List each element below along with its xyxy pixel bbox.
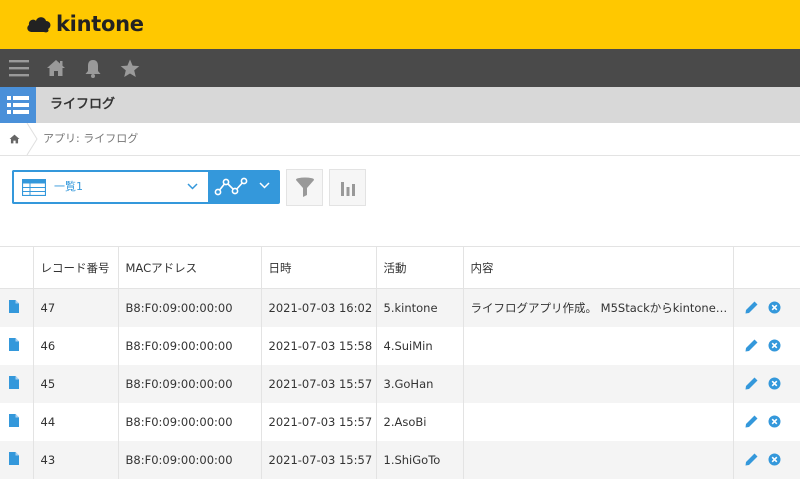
cell-record-number: 47 [32,288,118,327]
cell-datetime: 2021-07-03 15:57 [260,364,376,403]
line-graph-icon [214,177,248,196]
home-icon [9,134,19,144]
cell-content: ライフログアプリ作成。 M5Stackからkintoneに… [462,288,733,327]
graph-chart-button[interactable] [329,169,366,206]
breadcrumb-app-link[interactable]: アプリ: ライフログ [43,123,138,155]
cell-content [462,440,733,479]
record-detail-icon[interactable] [9,337,19,351]
breadcrumb: アプリ: ライフログ [0,123,800,156]
cell-mac-address: B8:F0:09:00:00:00 [117,440,261,479]
table-header-row: レコード番号 MACアドレス 日時 活動 内容 [0,246,800,289]
view-select[interactable]: 一覧1 [12,170,208,204]
delete-icon[interactable] [768,339,781,352]
cell-activity: 2.AsoBi [375,402,463,441]
cloud-logo-icon [27,17,51,33]
breadcrumb-home[interactable] [0,123,28,155]
filter-button[interactable] [286,169,323,206]
column-header[interactable]: MACアドレス [117,246,261,289]
cell-datetime: 2021-07-03 16:02 [260,288,376,327]
records-table: レコード番号 MACアドレス 日時 活動 内容 47 B8:F0:09:00:0… [0,246,800,479]
app-header [0,87,800,123]
record-detail-icon[interactable] [9,451,19,465]
cell-content [462,364,733,403]
breadcrumb-separator-icon [26,123,38,155]
delete-icon[interactable] [768,377,781,390]
record-detail-icon[interactable] [9,413,19,427]
cell-activity: 1.ShiGoTo [375,440,463,479]
cell-datetime: 2021-07-03 15:57 [260,402,376,441]
record-detail-icon[interactable] [9,299,19,313]
cell-mac-address: B8:F0:09:00:00:00 [117,326,261,365]
header-icon-column [0,246,33,289]
filter-icon [295,177,314,197]
header-actions-column [732,246,800,289]
cell-record-number: 46 [32,326,118,365]
cell-record-number: 45 [32,364,118,403]
column-header[interactable]: レコード番号 [32,246,118,289]
table-row: 43 B8:F0:09:00:00:00 2021-07-03 15:57 1.… [0,440,800,479]
cell-datetime: 2021-07-03 15:57 [260,440,376,479]
cell-activity: 5.kintone [375,288,463,327]
menu-icon [9,60,29,77]
edit-pencil-icon[interactable] [745,339,758,352]
delete-icon[interactable] [768,453,781,466]
edit-pencil-icon[interactable] [745,453,758,466]
edit-pencil-icon[interactable] [745,301,758,314]
table-row: 44 B8:F0:09:00:00:00 2021-07-03 15:57 2.… [0,402,800,441]
chevron-down-icon [187,183,198,190]
cell-mac-address: B8:F0:09:00:00:00 [117,288,261,327]
global-nav [0,49,800,87]
cell-content [462,402,733,441]
home-icon [47,60,65,76]
delete-icon[interactable] [768,301,781,314]
table-row: 46 B8:F0:09:00:00:00 2021-07-03 15:58 4.… [0,326,800,365]
column-header[interactable]: 活動 [375,246,463,289]
delete-icon[interactable] [768,415,781,428]
table-view-icon [22,179,46,196]
home-button[interactable] [37,49,75,87]
cell-activity: 3.GoHan [375,364,463,403]
star-icon [120,59,140,77]
edit-pencil-icon[interactable] [745,415,758,428]
logo-text: kintone [56,12,144,36]
menu-button[interactable] [0,49,38,87]
chevron-down-icon [259,182,270,189]
notification-button[interactable] [74,49,112,87]
app-icon-button[interactable] [0,87,36,123]
view-select-label: 一覧1 [54,180,83,193]
cell-content [462,326,733,365]
column-header[interactable]: 日時 [260,246,376,289]
record-detail-icon[interactable] [9,375,19,389]
column-header[interactable]: 内容 [462,246,733,289]
cell-mac-address: B8:F0:09:00:00:00 [117,402,261,441]
cell-record-number: 43 [32,440,118,479]
bell-icon [85,59,101,78]
cell-datetime: 2021-07-03 15:58 [260,326,376,365]
edit-pencil-icon[interactable] [745,377,758,390]
cell-activity: 4.SuiMin [375,326,463,365]
app-title: ライフログ [50,97,116,112]
table-row: 45 B8:F0:09:00:00:00 2021-07-03 15:57 3.… [0,364,800,403]
favorites-button[interactable] [111,49,149,87]
cell-record-number: 44 [32,402,118,441]
kintone-logo[interactable]: kintone [26,12,144,36]
list-app-icon [7,96,29,114]
graph-select-button[interactable] [208,170,280,204]
table-row: 47 B8:F0:09:00:00:00 2021-07-03 16:02 5.… [0,288,800,327]
cell-mac-address: B8:F0:09:00:00:00 [117,364,261,403]
bar-chart-icon [340,181,355,196]
